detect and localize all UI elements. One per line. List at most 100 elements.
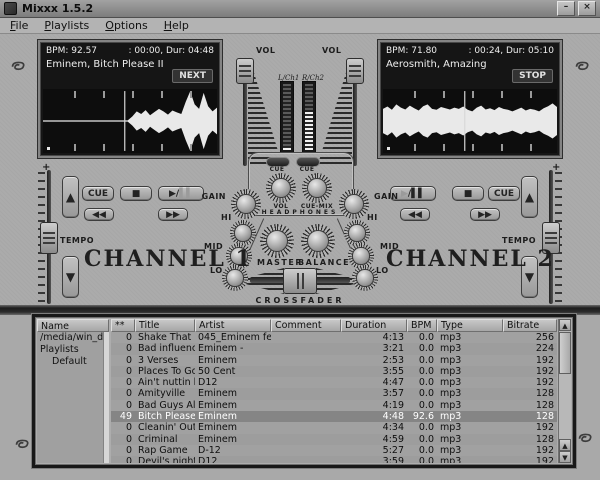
close-button[interactable]: × xyxy=(578,1,596,16)
menu-help[interactable]: Help xyxy=(164,19,189,32)
column-header[interactable]: BPM xyxy=(407,319,437,332)
table-header: **TitleArtistCommentDurationBPMTypeBitra… xyxy=(111,319,557,332)
pause-icon: ▌▌ xyxy=(411,189,425,199)
deck1-cue-button[interactable]: CUE xyxy=(82,186,114,201)
column-header[interactable]: Bitrate xyxy=(503,319,557,332)
cell-bitrate: 192 xyxy=(503,445,557,456)
sidebar-header[interactable]: Name xyxy=(37,319,109,332)
cell-duration: 4:13 xyxy=(341,332,407,343)
cell-bitrate: 224 xyxy=(503,343,557,354)
scroll-up-icon[interactable]: ▲ xyxy=(559,439,571,451)
deck1-waveform[interactable] xyxy=(43,89,217,153)
vol2-fader-handle[interactable] xyxy=(346,58,364,84)
library-table: **TitleArtistCommentDurationBPMTypeBitra… xyxy=(111,319,557,463)
tempo1-up-button[interactable]: ▲ xyxy=(62,176,79,218)
minimize-button[interactable]: – xyxy=(557,1,575,16)
deck2-rew-button[interactable]: ◀◀ xyxy=(400,208,430,221)
cell-bpm: 0.0 xyxy=(407,434,437,445)
headphone-cuemix-knob[interactable] xyxy=(302,173,332,203)
cell-plays: 0 xyxy=(111,332,135,343)
cell-title: 3 Verses xyxy=(135,355,195,366)
menu-options[interactable]: Options xyxy=(105,19,147,32)
table-row[interactable]: 03 VersesEminem2:530.0mp3192 xyxy=(111,355,557,366)
deck2-waveform[interactable] xyxy=(383,89,557,153)
vol1-fader-handle[interactable] xyxy=(236,58,254,84)
headphone-vol-knob[interactable] xyxy=(266,173,296,203)
sidebar-item[interactable]: Playlists xyxy=(37,344,109,356)
column-header[interactable]: Type xyxy=(437,319,503,332)
ch1-hi-knob[interactable] xyxy=(230,220,256,246)
deck1-next-button[interactable]: NEXT xyxy=(172,69,213,83)
cell-title: Rap Game xyxy=(135,445,195,456)
cell-title: Bad influence xyxy=(135,343,195,354)
cell-bpm: 0.0 xyxy=(407,343,437,354)
tempo1-down-button[interactable]: ▼ xyxy=(62,256,79,298)
deck2-ff-button[interactable]: ▶▶ xyxy=(470,208,500,221)
cell-type: mp3 xyxy=(437,332,503,343)
scroll-up-icon[interactable]: ▲ xyxy=(559,319,571,331)
headphones-title: HEADPHONES xyxy=(248,209,352,216)
cell-bitrate: 192 xyxy=(503,366,557,377)
table-row[interactable]: 49Bitch Please IIEminem4:4892.6mp3128 xyxy=(111,411,557,422)
deck2-stop-button[interactable]: ■ xyxy=(452,186,484,201)
master-knob[interactable] xyxy=(260,224,294,258)
table-row[interactable]: 0Rap GameD-12 5:270.0mp3192 xyxy=(111,445,557,456)
deck2-stop-button[interactable]: STOP xyxy=(512,69,553,83)
column-header[interactable]: Title xyxy=(135,319,195,332)
sidebar-scrollbar[interactable] xyxy=(103,332,109,463)
cell-plays: 49 xyxy=(111,411,135,422)
cell-duration: 5:27 xyxy=(341,445,407,456)
cell-artist: Eminem xyxy=(195,434,271,445)
cell-artist: D12 xyxy=(195,456,271,463)
cell-bitrate: 192 xyxy=(503,377,557,388)
column-header[interactable]: ** xyxy=(111,319,135,332)
tempo1-fader-handle[interactable] xyxy=(40,222,58,254)
ch2-lo-knob[interactable] xyxy=(352,265,378,291)
cell-bpm: 0.0 xyxy=(407,422,437,433)
deck1-stop-button[interactable]: ■ xyxy=(120,186,152,201)
tempo2-up-button[interactable]: ▲ xyxy=(521,176,538,218)
table-row[interactable]: 0AmityvilleEminem3:570.0mp3128 xyxy=(111,388,557,399)
ch2-hi-knob[interactable] xyxy=(344,220,370,246)
cell-bpm: 0.0 xyxy=(407,445,437,456)
column-header[interactable]: Comment xyxy=(271,319,341,332)
deck1-ff-button[interactable]: ▶▶ xyxy=(158,208,188,221)
balance-knob[interactable] xyxy=(301,224,335,258)
column-header[interactable]: Duration xyxy=(341,319,407,332)
cell-type: mp3 xyxy=(437,445,503,456)
ch2-gain-label: GAIN xyxy=(374,192,402,201)
column-header[interactable]: Artist xyxy=(195,319,271,332)
table-row[interactable]: 0Devil's nightD123:590.0mp3192 xyxy=(111,456,557,463)
sidebar-item[interactable]: /media/win_d/M... xyxy=(37,332,109,344)
cell-duration: 4:48 xyxy=(341,411,407,422)
app-icon xyxy=(4,2,17,15)
cell-plays: 0 xyxy=(111,355,135,366)
ch1-gain-knob[interactable] xyxy=(231,189,261,219)
table-row[interactable]: 0Cleanin' Out MyEminem4:340.0mp3192 xyxy=(111,422,557,433)
window-title: Mixxx 1.5.2 xyxy=(22,2,554,15)
cell-artist: D-12 xyxy=(195,445,271,456)
menu-playlists[interactable]: Playlists xyxy=(44,19,89,32)
cell-artist: 045_Eminem fe xyxy=(195,332,271,343)
table-row[interactable]: 0Places To Go50 Cent3:550.0mp3192 xyxy=(111,366,557,377)
cell-duration: 3:55 xyxy=(341,366,407,377)
table-row[interactable]: 0Bad influenceEminem -3:210.0mp3224 xyxy=(111,343,557,354)
table-row[interactable]: 0Shake That045_Eminem fe4:130.0mp3256 xyxy=(111,332,557,343)
cell-title: Amityville xyxy=(135,388,195,399)
table-row[interactable]: 0Ain't nuttin butD124:470.0mp3192 xyxy=(111,377,557,388)
ch2-gain-knob[interactable] xyxy=(339,189,369,219)
cell-bpm: 0.0 xyxy=(407,456,437,463)
scroll-down-icon[interactable]: ▼ xyxy=(559,451,571,463)
table-row[interactable]: 0Bad Guys AlwayEminem4:190.0mp3128 xyxy=(111,400,557,411)
sidebar-item[interactable]: Default xyxy=(37,356,109,368)
menu-file[interactable]: File xyxy=(10,19,28,32)
deck2-cue-button[interactable]: CUE xyxy=(488,186,520,201)
table-scrollbar[interactable]: ▲ ▲ ▼ xyxy=(558,319,571,463)
cell-plays: 0 xyxy=(111,422,135,433)
deck1-rew-button[interactable]: ◀◀ xyxy=(84,208,114,221)
vol2-label: VOL xyxy=(322,46,341,55)
crossfader-handle[interactable] xyxy=(283,268,317,294)
scroll-thumb[interactable] xyxy=(559,332,571,374)
cell-plays: 0 xyxy=(111,445,135,456)
table-row[interactable]: 0CriminalEminem4:590.0mp3128 xyxy=(111,434,557,445)
